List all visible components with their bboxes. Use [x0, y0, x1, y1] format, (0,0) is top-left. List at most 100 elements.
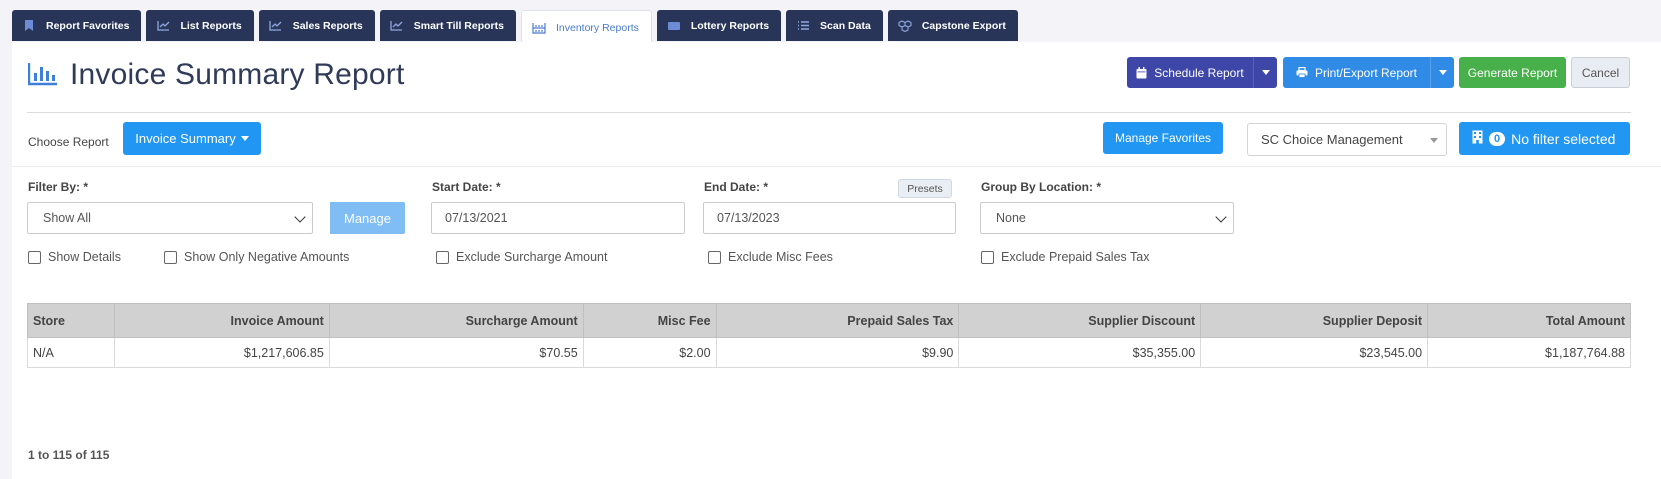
select-arrow-icon	[1430, 138, 1438, 143]
tab-inventory-reports[interactable]: Inventory Reports	[520, 10, 652, 44]
checkbox-box[interactable]	[28, 250, 41, 264]
end-date-value: 07/13/2023	[717, 211, 780, 225]
manage-filter-button[interactable]: Manage	[330, 202, 405, 234]
manage-favorites-button[interactable]: Manage Favorites	[1103, 122, 1223, 154]
cancel-button[interactable]: Cancel	[1571, 57, 1630, 88]
report-tabs: Report Favorites List Reports Sales Repo…	[12, 10, 1023, 44]
column-header-supplier-deposit[interactable]: Supplier Deposit	[1200, 303, 1429, 338]
end-date-input[interactable]: 07/13/2023	[703, 202, 956, 234]
presets-button[interactable]: Presets	[898, 179, 952, 198]
schedule-dropdown-toggle[interactable]	[1253, 57, 1277, 88]
cubes-icon	[898, 19, 912, 33]
store-filter-button[interactable]: 0 No filter selected	[1459, 122, 1630, 155]
header-divider	[27, 112, 1631, 113]
print-export-label: Print/Export Report	[1314, 65, 1418, 80]
start-date-value: 07/13/2021	[445, 211, 508, 225]
group-by-location-value: None	[996, 211, 1026, 225]
list-icon	[796, 19, 810, 33]
group-by-location-label: Group By Location: *	[981, 180, 1101, 194]
start-date-label: Start Date: *	[432, 180, 501, 194]
column-header-invoice-amount[interactable]: Invoice Amount	[113, 303, 330, 338]
filter-by-select[interactable]: Show All	[27, 202, 313, 234]
print-dropdown-toggle[interactable]	[1430, 57, 1454, 88]
bookmark-icon	[22, 19, 36, 33]
invoice-summary-table: Store Invoice Amount Surcharge Amount Mi…	[27, 303, 1631, 368]
choose-report-dropdown[interactable]: Invoice Summary	[123, 122, 261, 155]
start-date-input[interactable]: 07/13/2021	[431, 202, 685, 234]
building-icon	[1472, 130, 1483, 147]
section-divider	[12, 166, 1661, 167]
schedule-report-label: Schedule Report	[1154, 65, 1244, 80]
chart-line-icon	[156, 19, 170, 33]
page-title: Invoice Summary Report	[70, 58, 405, 91]
tab-label: Capstone Export	[921, 19, 1006, 32]
tab-list-reports[interactable]: List Reports	[146, 10, 254, 41]
schedule-report-button[interactable]: Schedule Report	[1127, 57, 1277, 88]
chevron-down-icon	[1215, 211, 1227, 223]
tab-label: Smart Till Reports	[413, 19, 504, 32]
tab-label: Scan Data	[820, 19, 871, 32]
calendar-icon	[1136, 66, 1147, 79]
cell-total-amount: $1,187,764.88	[1427, 337, 1631, 368]
schedule-report-main[interactable]: Schedule Report	[1127, 57, 1253, 88]
tab-label: Report Favorites	[46, 19, 130, 32]
checkbox-box[interactable]	[981, 250, 994, 264]
checkbox-label: Exclude Prepaid Sales Tax	[1001, 250, 1150, 264]
checkbox-label: Show Only Negative Amounts	[184, 250, 350, 264]
tab-lottery-reports[interactable]: Lottery Reports	[656, 10, 782, 41]
tab-label: List Reports	[180, 19, 242, 32]
show-details-checkbox[interactable]: Show Details	[28, 250, 121, 264]
checkbox-label: Show Details	[48, 250, 121, 264]
group-by-location-select[interactable]: None	[980, 202, 1234, 234]
cell-store: N/A	[27, 337, 115, 368]
cell-prepaid-sales-tax: $9.90	[715, 337, 960, 368]
checkbox-box[interactable]	[164, 250, 177, 264]
chevron-down-icon	[294, 211, 306, 223]
tab-report-favorites[interactable]: Report Favorites	[12, 10, 142, 41]
tab-label: Sales Reports	[292, 19, 363, 32]
company-select[interactable]: SC Choice Management	[1247, 123, 1447, 156]
report-panel: Invoice Summary Report Schedule Report P…	[12, 42, 1661, 479]
checkbox-label: Exclude Surcharge Amount	[456, 250, 608, 264]
table-header-row: Store Invoice Amount Surcharge Amount Mi…	[27, 303, 1631, 338]
print-export-button[interactable]: Print/Export Report	[1283, 57, 1454, 88]
generate-report-button[interactable]: Generate Report	[1459, 57, 1566, 88]
column-header-misc-fee[interactable]: Misc Fee	[582, 303, 717, 338]
tab-label: Inventory Reports	[555, 21, 639, 34]
column-header-prepaid-sales-tax[interactable]: Prepaid Sales Tax	[715, 303, 960, 338]
end-date-label: End Date: *	[704, 180, 769, 194]
exclude-surcharge-checkbox[interactable]: Exclude Surcharge Amount	[436, 250, 607, 264]
bar-chart-icon	[27, 62, 58, 86]
tab-sales-reports[interactable]: Sales Reports	[258, 10, 375, 41]
cell-supplier-deposit: $23,545.00	[1200, 337, 1429, 368]
checkbox-box[interactable]	[708, 250, 721, 264]
column-header-store[interactable]: Store	[27, 303, 115, 338]
ticket-icon	[667, 19, 681, 33]
column-header-total-amount[interactable]: Total Amount	[1427, 303, 1631, 338]
chart-line-icon	[390, 19, 404, 33]
exclude-prepaid-tax-checkbox[interactable]: Exclude Prepaid Sales Tax	[981, 250, 1149, 264]
choose-report-value: Invoice Summary	[135, 131, 236, 146]
chart-line-icon	[269, 19, 283, 33]
filter-by-label: Filter By: *	[28, 180, 89, 194]
choose-report-label: Choose Report	[28, 135, 109, 149]
caret-down-icon	[240, 136, 249, 141]
tab-capstone-export[interactable]: Capstone Export	[887, 10, 1018, 41]
show-only-negative-checkbox[interactable]: Show Only Negative Amounts	[164, 250, 349, 264]
table-row: N/A $1,217,606.85 $70.55 $2.00 $9.90 $35…	[27, 337, 1631, 368]
print-export-main[interactable]: Print/Export Report	[1283, 57, 1430, 88]
tab-smart-till-reports[interactable]: Smart Till Reports	[379, 10, 516, 41]
checkbox-label: Exclude Misc Fees	[728, 250, 833, 264]
checkbox-box[interactable]	[436, 250, 449, 264]
tab-scan-data[interactable]: Scan Data	[786, 10, 883, 41]
column-header-surcharge-amount[interactable]: Surcharge Amount	[328, 303, 584, 338]
column-header-supplier-discount[interactable]: Supplier Discount	[958, 303, 1202, 338]
filter-label: No filter selected	[1511, 130, 1616, 147]
caret-down-icon	[1438, 70, 1447, 75]
tab-label: Lottery Reports	[690, 19, 770, 32]
filter-count-badge: 0	[1489, 131, 1506, 146]
filter-by-value: Show All	[43, 211, 91, 225]
caret-down-icon	[1261, 70, 1270, 75]
pagination-summary: 1 to 115 of 115	[28, 448, 110, 462]
exclude-misc-fees-checkbox[interactable]: Exclude Misc Fees	[708, 250, 833, 264]
